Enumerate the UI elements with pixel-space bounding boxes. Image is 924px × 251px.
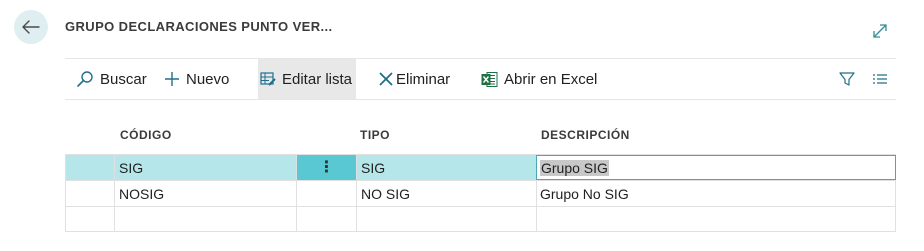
back-button[interactable] [14, 10, 48, 44]
row-actions-cell[interactable] [296, 181, 356, 206]
arrow-left-icon [22, 20, 40, 34]
new-button[interactable]: Nuevo [164, 59, 229, 99]
action-toolbar: Buscar Nuevo Editar lista Eliminar Abrir… [65, 58, 896, 100]
search-button[interactable]: Buscar [76, 59, 147, 99]
search-icon [77, 71, 93, 87]
delete-button[interactable]: Eliminar [378, 59, 450, 99]
plus-icon [165, 72, 179, 86]
codigo-cell[interactable] [114, 207, 296, 231]
edit-list-button[interactable]: Editar lista [258, 59, 357, 99]
tipo-cell[interactable]: NO SIG [356, 181, 536, 206]
excel-icon [481, 71, 498, 87]
column-header-descripcion[interactable]: DESCRIPCIÓN [541, 128, 630, 142]
edit-list-label: Editar lista [282, 70, 353, 88]
descripcion-cell[interactable] [536, 207, 896, 231]
table-row[interactable]: NOSIG NO SIG Grupo No SIG [65, 180, 896, 206]
grid-rows: SIG ⋮ SIG Grupo SIG NOSIG NO SIG Grupo N… [65, 154, 896, 232]
row-actions-cell[interactable] [296, 207, 356, 231]
descripcion-cell[interactable]: Grupo No SIG [536, 181, 896, 206]
list-view-icon [873, 74, 887, 84]
row-selector-cell[interactable] [65, 155, 114, 180]
close-icon [379, 72, 393, 86]
open-in-excel-label: Abrir en Excel [504, 70, 598, 88]
open-in-excel-button[interactable]: Abrir en Excel [481, 59, 597, 99]
column-header-tipo[interactable]: TIPO [360, 128, 390, 142]
page-title: GRUPO DECLARACIONES PUNTO VER... [65, 19, 333, 34]
more-vertical-icon: ⋮ [318, 158, 335, 176]
delete-label: Eliminar [396, 70, 451, 88]
row-selector-cell[interactable] [65, 181, 114, 206]
row-selector-cell[interactable] [65, 207, 114, 231]
grid-header-row: CÓDIGO TIPO DESCRIPCIÓN [65, 120, 896, 154]
data-grid: CÓDIGO TIPO DESCRIPCIÓN SIG ⋮ SIG Grupo … [65, 120, 896, 232]
row-actions-button[interactable]: ⋮ [296, 155, 356, 180]
tipo-cell[interactable]: SIG [356, 155, 536, 180]
search-label: Buscar [100, 70, 147, 88]
column-header-codigo[interactable]: CÓDIGO [120, 128, 172, 142]
codigo-cell[interactable]: SIG [114, 155, 296, 180]
edit-list-icon [260, 72, 276, 86]
filter-button[interactable] [838, 70, 856, 88]
list-view-button[interactable] [871, 70, 889, 88]
descripcion-input[interactable]: Grupo SIG [536, 155, 896, 180]
filter-icon [839, 72, 855, 86]
expand-button[interactable] [871, 22, 889, 40]
expand-icon [873, 24, 887, 38]
descripcion-selected-text: Grupo SIG [540, 159, 609, 176]
table-row[interactable]: SIG ⋮ SIG Grupo SIG [65, 154, 896, 180]
codigo-cell[interactable]: NOSIG [114, 181, 296, 206]
table-row-empty[interactable] [65, 206, 896, 232]
tipo-cell[interactable] [356, 207, 536, 231]
new-label: Nuevo [186, 70, 230, 88]
